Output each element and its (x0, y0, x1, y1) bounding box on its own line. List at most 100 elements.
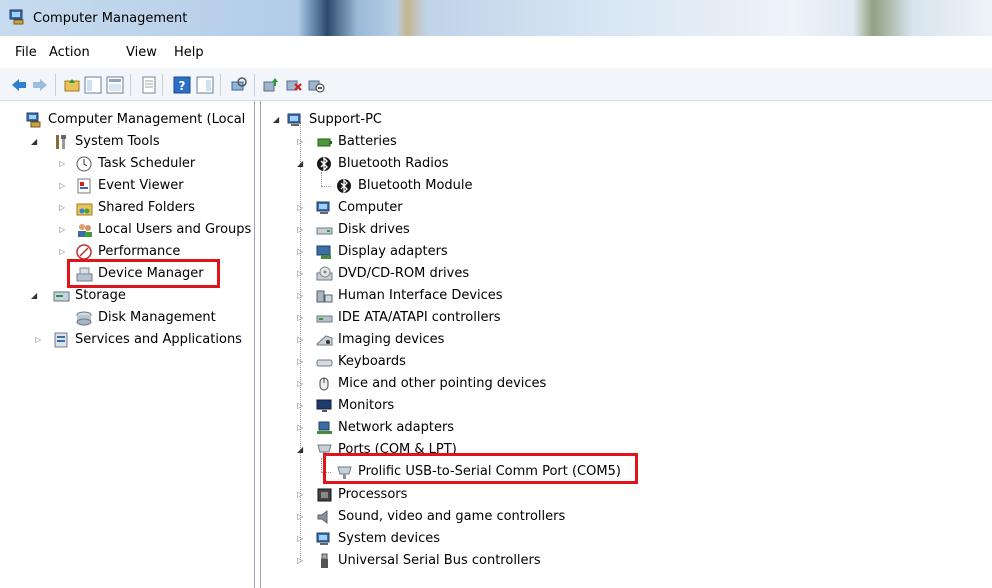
battery-icon (317, 138, 332, 147)
disable-device-icon[interactable] (307, 76, 325, 94)
computer-icon (316, 201, 330, 214)
ide-controller-icon (316, 315, 333, 323)
expand-arrow-icon[interactable]: ▷ (35, 330, 41, 350)
network-adapter-icon (317, 421, 332, 434)
com-port-highlight (323, 453, 638, 484)
expand-arrow-icon[interactable]: ▷ (297, 242, 303, 262)
tree-item-label: Imaging devices (338, 332, 445, 347)
back-icon[interactable] (10, 76, 28, 94)
monitor-icon (316, 399, 332, 412)
tree-item-label: Bluetooth Radios (338, 156, 449, 171)
expand-arrow-icon[interactable]: ▷ (297, 352, 303, 372)
bluetooth-icon (337, 178, 351, 194)
expand-arrow-icon[interactable]: ▷ (59, 198, 65, 218)
system-device-icon (316, 532, 330, 545)
expand-arrow-icon[interactable]: ▷ (59, 176, 65, 196)
expand-arrow-icon[interactable]: ▷ (59, 220, 65, 240)
tree-item-label: DVD/CD-ROM drives (338, 266, 470, 281)
toolbar-separator (130, 74, 131, 96)
dvd-drive-icon (316, 266, 333, 281)
expand-arrow-icon[interactable]: ▷ (297, 418, 303, 438)
disk-icon (76, 311, 92, 326)
menu-file[interactable]: File (15, 45, 37, 60)
tree-item-label: Services and Applications (75, 332, 242, 347)
tree-item-label: Local Users and Groups (98, 222, 252, 237)
expand-arrow-icon[interactable]: ▷ (297, 396, 303, 416)
scanner-icon (316, 335, 333, 346)
computer-management-icon (9, 9, 24, 25)
properties-icon[interactable] (106, 76, 124, 94)
tree-item-label: Event Viewer (98, 178, 184, 193)
expand-arrow-icon[interactable]: ▷ (297, 529, 303, 549)
tools-icon (56, 135, 66, 149)
computer-icon (287, 113, 301, 126)
show-action-pane-icon[interactable] (196, 76, 214, 94)
shared-folder-icon (76, 203, 93, 216)
expand-arrow-icon[interactable]: ▷ (59, 154, 65, 174)
tree-item-label: System Tools (75, 134, 160, 149)
usb-icon (321, 553, 328, 568)
display-adapter-icon (316, 245, 331, 259)
tree-item-label: Disk Management (98, 310, 216, 325)
tree-item-label: Disk drives (338, 222, 410, 237)
tree-item-label: System devices (338, 531, 441, 546)
tree-item-label: Computer Management (Local (48, 112, 246, 127)
services-icon (54, 332, 68, 348)
expand-arrow-icon[interactable]: ▷ (297, 330, 303, 350)
collapse-arrow-icon[interactable]: ◢ (31, 286, 37, 306)
tree-item-label: Batteries (338, 134, 397, 149)
tree-item-label: Monitors (338, 398, 395, 413)
event-viewer-icon (77, 178, 91, 194)
svg-text:?: ? (179, 79, 186, 93)
menu-help[interactable]: Help (174, 45, 204, 60)
tree-item-label: Network adapters (338, 420, 455, 435)
toolbar-separator (55, 74, 56, 96)
hid-icon (316, 290, 333, 303)
toolbar-separator (220, 74, 221, 96)
help-icon[interactable]: ? (173, 76, 191, 94)
show-hide-console-tree-icon[interactable] (84, 76, 102, 94)
collapse-arrow-icon[interactable]: ◢ (31, 132, 37, 152)
uninstall-device-icon[interactable] (285, 76, 303, 94)
tree-item-label: Display adapters (338, 244, 448, 259)
mouse-icon (319, 377, 329, 391)
expand-arrow-icon[interactable]: ▷ (297, 374, 303, 394)
processor-icon (317, 488, 332, 502)
expand-arrow-icon[interactable]: ▷ (297, 551, 303, 571)
export-list-icon[interactable] (140, 76, 158, 94)
toolbar-separator (254, 74, 255, 96)
tree-connector-line (321, 172, 322, 186)
expand-arrow-icon[interactable]: ▷ (297, 220, 303, 240)
expand-arrow-icon[interactable]: ▷ (297, 198, 303, 218)
up-folder-icon[interactable] (63, 76, 81, 94)
tree-item-label: Human Interface Devices (338, 288, 503, 303)
tree-item-label: Universal Serial Bus controllers (338, 553, 541, 568)
clock-icon (76, 156, 92, 172)
tree-item-label: IDE ATA/ATAPI controllers (338, 310, 501, 325)
menu-view[interactable]: View (126, 45, 157, 60)
scan-hardware-icon[interactable] (230, 76, 248, 94)
expand-arrow-icon[interactable]: ▷ (297, 507, 303, 527)
expand-arrow-icon[interactable]: ▷ (297, 308, 303, 328)
expand-arrow-icon[interactable]: ▷ (59, 242, 65, 262)
tree-item-label: Computer (338, 200, 403, 215)
expand-arrow-icon[interactable]: ▷ (297, 485, 303, 505)
keyboard-icon (316, 359, 333, 367)
expand-arrow-icon[interactable]: ▷ (297, 132, 303, 152)
menu-action[interactable]: Action (49, 45, 90, 60)
update-driver-icon[interactable] (262, 76, 280, 94)
users-icon (78, 224, 92, 237)
tree-item-label: Sound, video and game controllers (338, 509, 566, 524)
tree-item-label: Shared Folders (98, 200, 195, 215)
tree-item-label: Bluetooth Module (358, 178, 473, 193)
window-title: Computer Management (33, 11, 188, 26)
tree-item-label: Processors (338, 487, 408, 502)
expand-arrow-icon[interactable]: ▷ (297, 286, 303, 306)
collapse-arrow-icon[interactable]: ◢ (297, 154, 303, 174)
expand-arrow-icon[interactable]: ▷ (297, 264, 303, 284)
collapse-arrow-icon[interactable]: ◢ (273, 110, 279, 130)
forward-icon[interactable] (31, 76, 49, 94)
tree-item-label: Support-PC (309, 112, 382, 127)
tree-connector-line (321, 458, 322, 472)
collapse-arrow-icon[interactable]: ◢ (297, 440, 303, 460)
